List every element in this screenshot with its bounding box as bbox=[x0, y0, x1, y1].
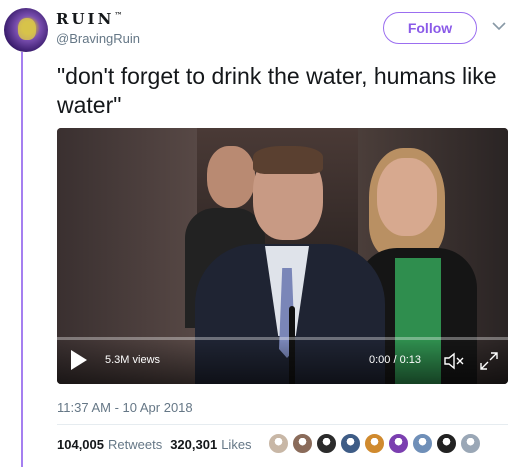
view-count: 5.3M views bbox=[105, 354, 161, 366]
tweet-stats: 104,005 Retweets 320,301 Likes bbox=[57, 437, 252, 452]
mute-icon[interactable] bbox=[443, 351, 465, 371]
likes-count: 320,301 bbox=[170, 437, 218, 452]
thread-line bbox=[21, 52, 23, 467]
chevron-down-icon[interactable] bbox=[492, 20, 506, 34]
liker-avatar[interactable] bbox=[364, 433, 385, 454]
video-person bbox=[207, 146, 255, 208]
author-name-text[interactable]: RUIN bbox=[56, 10, 114, 28]
author-display-name[interactable]: RUIN™ bbox=[56, 10, 122, 28]
tweet-timestamp[interactable]: 11:37 AM - 10 Apr 2018 bbox=[57, 400, 193, 415]
divider bbox=[57, 424, 508, 425]
avatar[interactable] bbox=[4, 8, 48, 52]
fullscreen-icon[interactable] bbox=[479, 351, 499, 371]
video-person bbox=[377, 158, 437, 236]
liker-avatar[interactable] bbox=[268, 433, 289, 454]
tweet-text: "don't forget to drink the water, humans… bbox=[57, 63, 497, 118]
liker-avatar[interactable] bbox=[340, 433, 361, 454]
liker-avatar[interactable] bbox=[388, 433, 409, 454]
liker-avatar[interactable] bbox=[436, 433, 457, 454]
author-handle[interactable]: @BravingRuin bbox=[56, 31, 140, 46]
retweets-count: 104,005 bbox=[57, 437, 104, 452]
likes-label: Likes bbox=[221, 437, 252, 452]
follow-button[interactable]: Follow bbox=[383, 12, 477, 44]
play-icon[interactable] bbox=[71, 350, 87, 370]
video-person bbox=[253, 146, 323, 174]
likes-stat[interactable]: 320,301 Likes bbox=[170, 437, 251, 452]
retweets-stat[interactable]: 104,005 Retweets bbox=[57, 437, 162, 452]
video-player[interactable]: 5.3M views 0:00 / 0:13 bbox=[57, 128, 508, 384]
video-time: 0:00 / 0:13 bbox=[369, 354, 421, 366]
video-controls: 5.3M views 0:00 / 0:13 bbox=[57, 340, 508, 384]
trademark-mark: ™ bbox=[114, 10, 123, 20]
liker-avatar[interactable] bbox=[412, 433, 433, 454]
liker-avatars bbox=[268, 433, 481, 454]
retweets-label: Retweets bbox=[108, 437, 163, 452]
liker-avatar[interactable] bbox=[316, 433, 337, 454]
liker-avatar[interactable] bbox=[292, 433, 313, 454]
liker-avatar[interactable] bbox=[460, 433, 481, 454]
